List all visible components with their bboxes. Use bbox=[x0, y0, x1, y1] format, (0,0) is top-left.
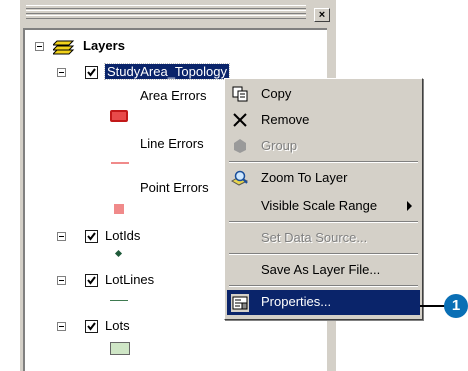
collapse-lots-toggle[interactable] bbox=[57, 322, 66, 331]
menu-label: Group bbox=[261, 138, 298, 153]
menu-label: Save As Layer File... bbox=[261, 262, 381, 277]
menu-label: Set Data Source... bbox=[261, 230, 368, 245]
zoom-to-layer-icon bbox=[231, 170, 249, 186]
titlebar-grip bbox=[26, 5, 306, 9]
copy-icon bbox=[232, 86, 248, 102]
point-errors-symbol bbox=[114, 204, 124, 214]
legend-label-point-errors: Point Errors bbox=[140, 180, 209, 195]
layer-visibility-checkbox[interactable] bbox=[85, 274, 98, 287]
menu-label: Copy bbox=[261, 86, 292, 101]
layer-visibility-checkbox[interactable] bbox=[85, 66, 98, 79]
lotids-point-symbol bbox=[114, 249, 123, 258]
submenu-arrow-icon bbox=[407, 201, 412, 211]
data-frame-label[interactable]: Layers bbox=[83, 38, 125, 53]
menu-label: Properties... bbox=[261, 294, 332, 309]
menu-label: Visible Scale Range bbox=[261, 198, 378, 213]
menu-item-set-data-source[interactable]: Set Data Source... bbox=[227, 225, 420, 251]
lotlines-line-symbol bbox=[110, 300, 128, 301]
line-errors-symbol bbox=[111, 162, 129, 164]
check-icon bbox=[87, 322, 96, 331]
menu-item-remove[interactable]: Remove bbox=[227, 107, 420, 133]
menu-item-zoom-to-layer[interactable]: Zoom To Layer bbox=[227, 165, 420, 191]
menu-separator bbox=[229, 221, 418, 223]
collapse-layers-toggle[interactable] bbox=[35, 42, 44, 51]
remove-icon bbox=[233, 113, 247, 127]
collapse-lotids-toggle[interactable] bbox=[57, 232, 66, 241]
layer-name-lotids[interactable]: LotIds bbox=[105, 228, 140, 243]
legend-label-area-errors: Area Errors bbox=[140, 88, 207, 103]
area-errors-symbol bbox=[110, 110, 128, 122]
collapse-studyarea-toggle[interactable] bbox=[57, 68, 66, 77]
check-icon bbox=[87, 232, 96, 241]
layer-name-lotlines[interactable]: LotLines bbox=[105, 272, 154, 287]
layer-context-menu: Copy Remove Group Zoom To Layer Visible … bbox=[224, 78, 423, 320]
properties-icon bbox=[231, 294, 249, 312]
close-button[interactable]: × bbox=[314, 8, 330, 22]
collapse-lotlines-toggle[interactable] bbox=[57, 276, 66, 285]
check-icon bbox=[87, 276, 96, 285]
layer-visibility-checkbox[interactable] bbox=[85, 320, 98, 333]
menu-item-copy[interactable]: Copy bbox=[227, 81, 420, 107]
menu-separator bbox=[229, 253, 418, 255]
menu-separator bbox=[229, 161, 418, 163]
menu-item-group[interactable]: Group bbox=[227, 133, 420, 159]
menu-separator bbox=[229, 285, 418, 287]
lots-polygon-symbol bbox=[110, 342, 130, 355]
check-icon bbox=[87, 68, 96, 77]
close-icon: × bbox=[318, 9, 326, 21]
layer-name-lots[interactable]: Lots bbox=[105, 318, 130, 333]
menu-label: Zoom To Layer bbox=[261, 170, 348, 185]
menu-item-save-as-layer-file[interactable]: Save As Layer File... bbox=[227, 257, 420, 283]
layer-visibility-checkbox[interactable] bbox=[85, 230, 98, 243]
menu-item-properties[interactable]: Properties... bbox=[227, 290, 420, 315]
toc-titlebar[interactable]: × bbox=[20, 0, 336, 22]
layers-icon bbox=[53, 40, 75, 55]
menu-label: Remove bbox=[261, 112, 310, 127]
group-icon bbox=[234, 139, 246, 153]
titlebar-grip bbox=[26, 10, 306, 14]
legend-label-line-errors: Line Errors bbox=[140, 136, 204, 151]
layer-name-studyarea-topology[interactable]: StudyArea_Topology bbox=[104, 63, 230, 80]
menu-item-visible-scale-range[interactable]: Visible Scale Range bbox=[227, 193, 420, 219]
titlebar-grip bbox=[26, 15, 306, 19]
callout-number-badge: 1 bbox=[444, 294, 468, 318]
